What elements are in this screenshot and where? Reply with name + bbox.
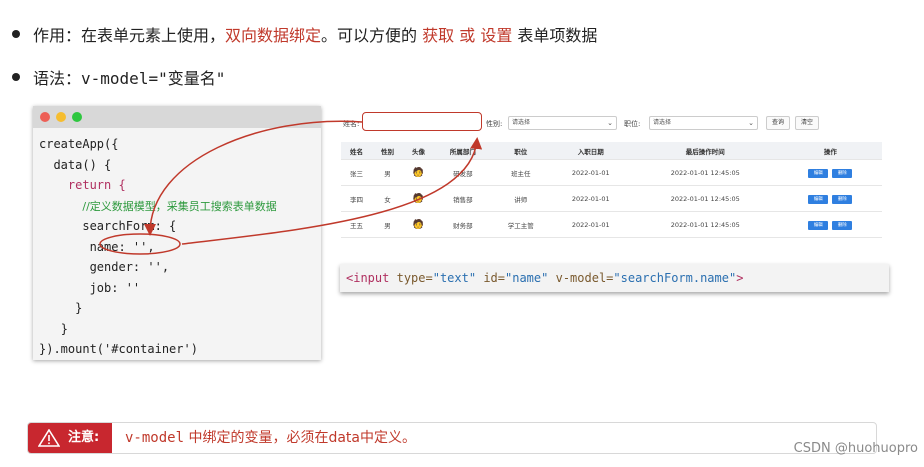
notice-code: v-model	[125, 430, 185, 446]
notice-message: v-model 中绑定的变量，必须在data中定义。	[125, 423, 416, 453]
name-field-highlight-ellipse	[99, 233, 181, 255]
notice-badge: 注意:	[28, 423, 112, 453]
arrow-to-model	[144, 120, 363, 236]
notice-badge-label: 注意:	[68, 430, 100, 445]
notice-box: 注意: v-model 中绑定的变量，必须在data中定义。	[27, 422, 877, 454]
notice-text: 中绑定的变量，必须在data中定义。	[184, 430, 416, 446]
watermark: CSDN @huohuopro	[793, 441, 918, 456]
arrow-to-input	[181, 137, 483, 245]
binding-arrows	[99, 120, 483, 255]
warning-icon	[38, 429, 60, 447]
